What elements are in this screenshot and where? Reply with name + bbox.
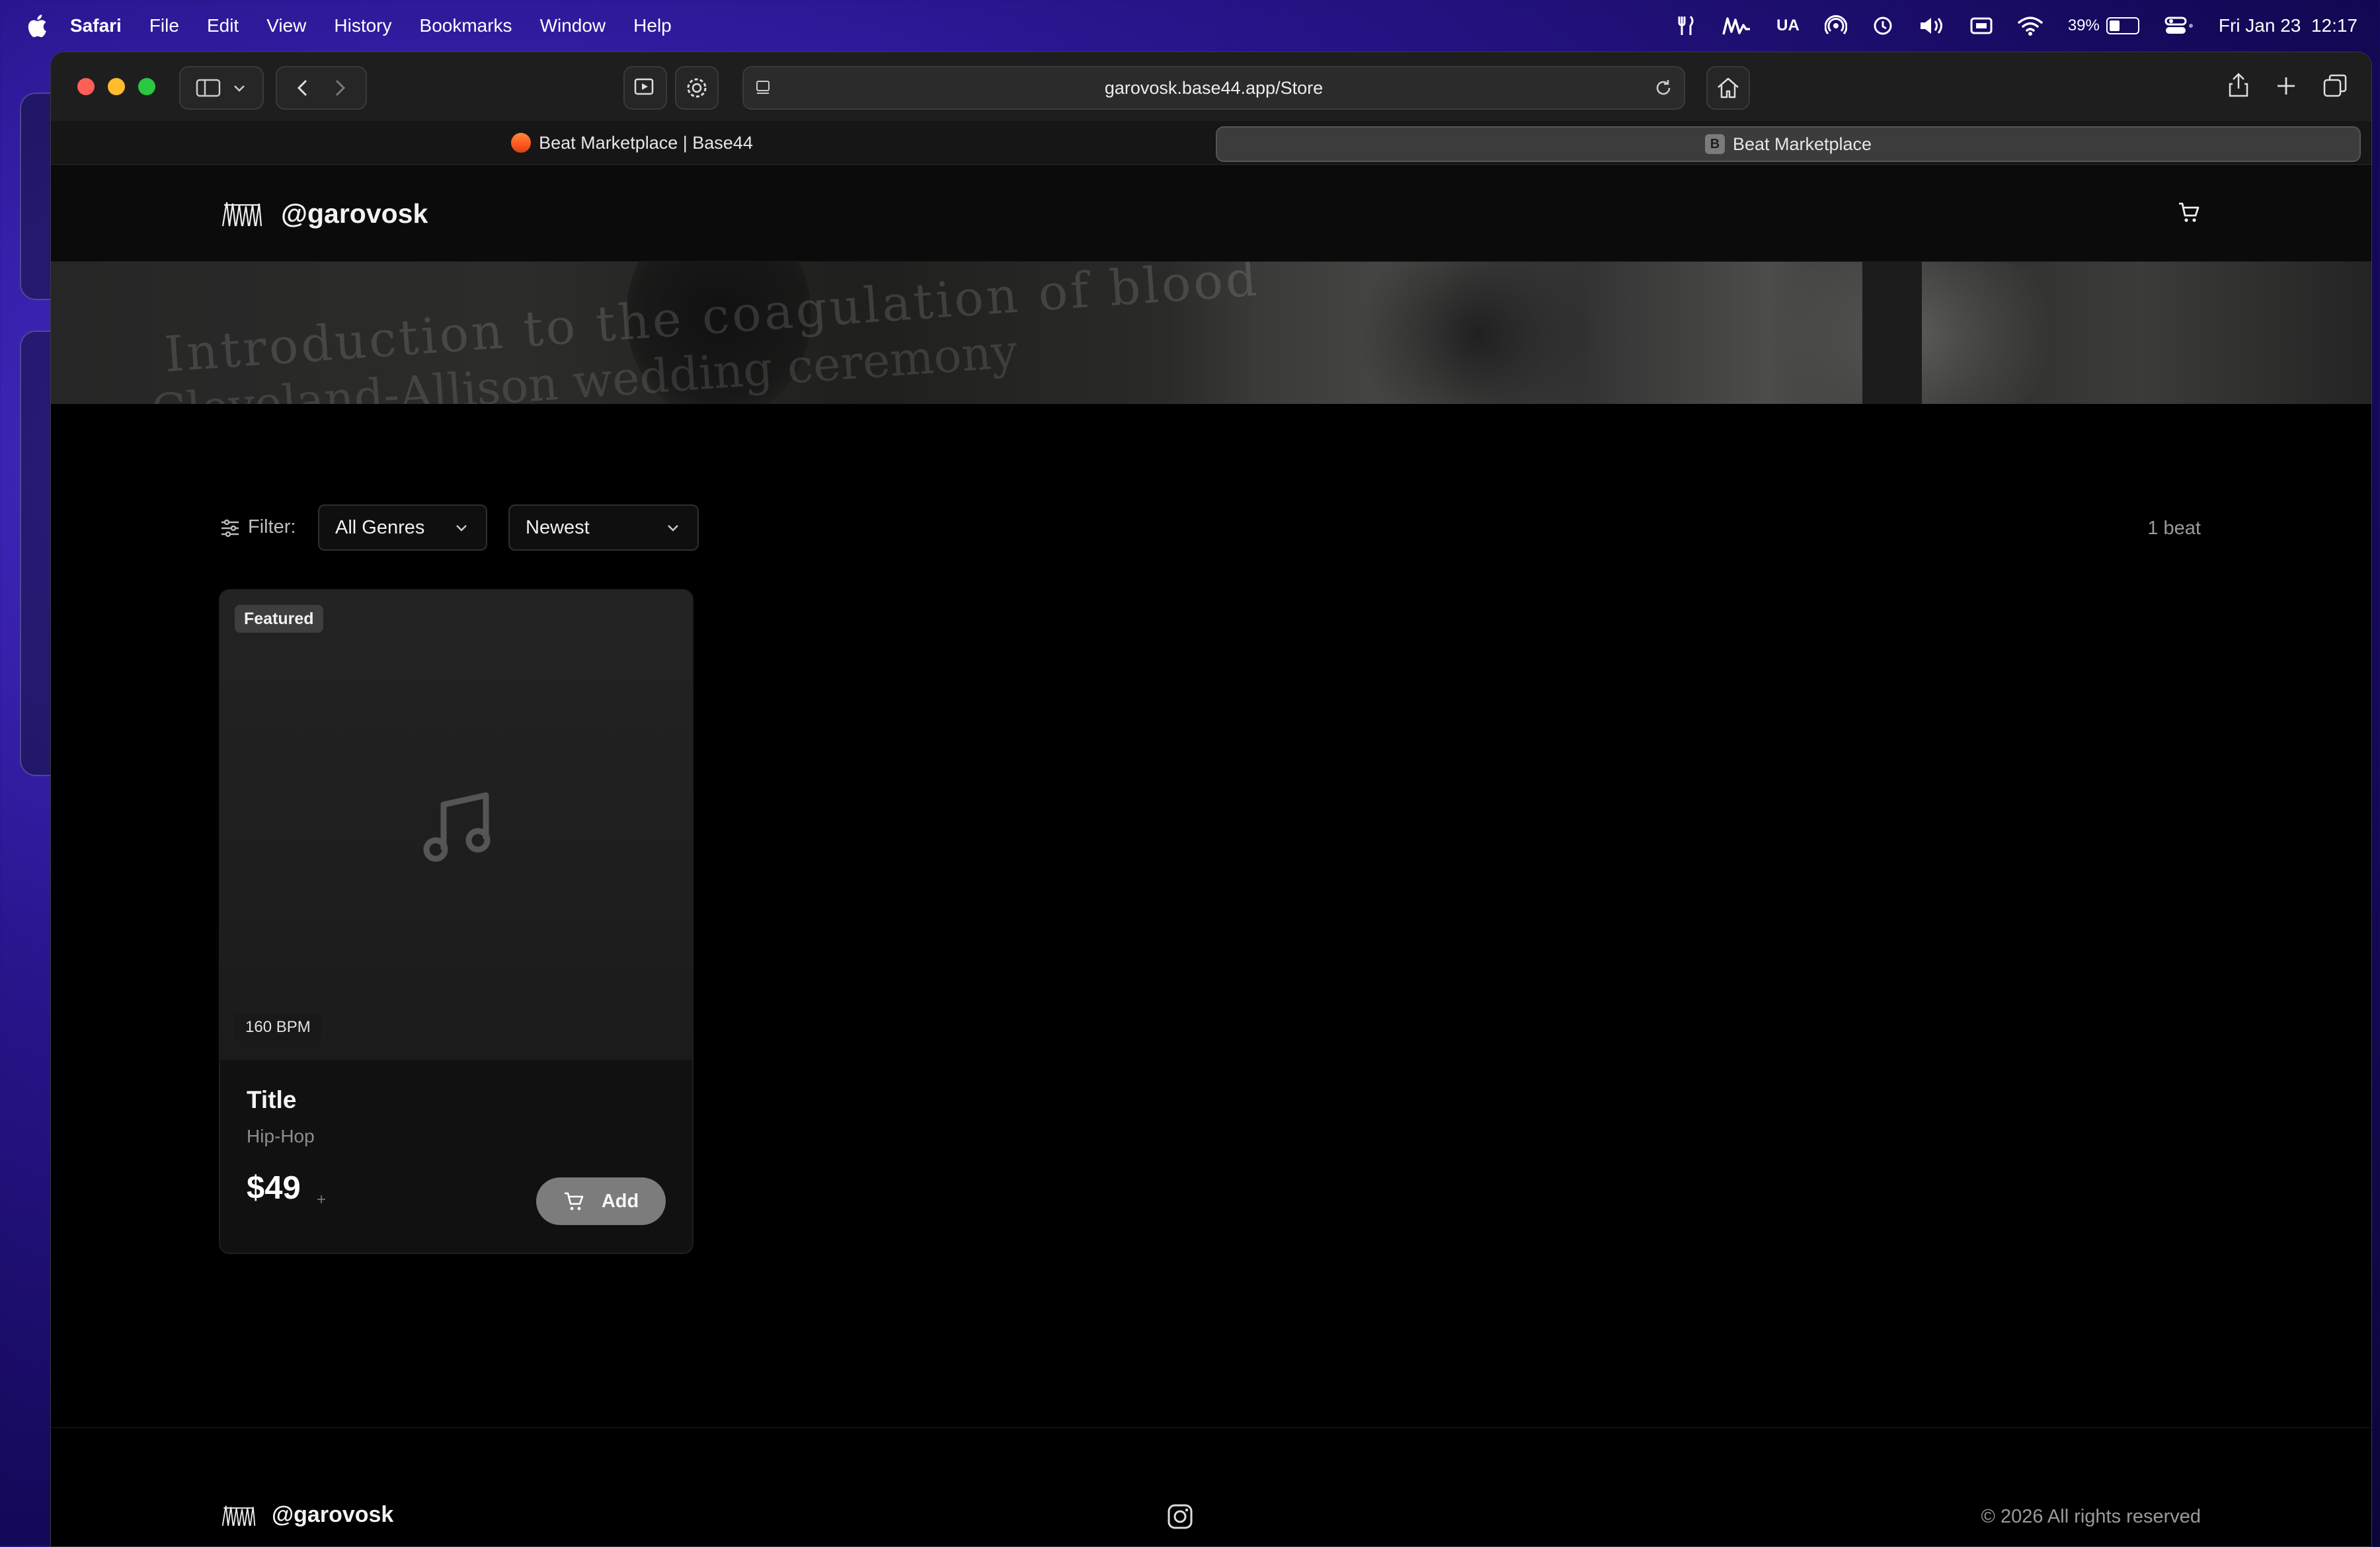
back-icon[interactable] xyxy=(290,78,317,98)
apple-icon[interactable] xyxy=(25,13,48,39)
tab-overview-icon[interactable] xyxy=(2322,73,2348,99)
beat-price: $49 xyxy=(247,1170,301,1206)
footer-brand[interactable]: @garovosk xyxy=(221,1502,393,1528)
airdrop-status-icon[interactable] xyxy=(1824,15,1847,37)
add-to-cart-button[interactable]: Add xyxy=(536,1177,666,1225)
filter-bar: Filter: All Genres Newest 1 beat xyxy=(51,504,2371,552)
menu-file[interactable]: File xyxy=(149,15,179,36)
window-controls xyxy=(77,78,169,95)
music-note-icon xyxy=(423,792,491,862)
add-button-label: Add xyxy=(601,1190,639,1212)
history-nav-group xyxy=(276,66,367,110)
chevron-down-icon xyxy=(668,525,678,532)
site-footer: @garovosk © 2026 All rights reserved xyxy=(51,1427,2371,1546)
bridge-logo-icon xyxy=(221,202,262,227)
tools-status-icon[interactable] xyxy=(1677,15,1697,36)
chevron-down-icon[interactable] xyxy=(231,81,248,95)
price-suffix: + xyxy=(317,1191,327,1209)
hero-shape xyxy=(1340,262,1618,404)
url-text[interactable]: garovosk.base44.app/Store xyxy=(1105,78,1323,99)
share-icon[interactable] xyxy=(2227,72,2250,99)
menubar-clock[interactable]: Fri Jan 23 12:17 xyxy=(2219,15,2358,36)
tab-label: Beat Marketplace xyxy=(1732,134,1872,154)
time-machine-icon[interactable] xyxy=(1872,15,1893,36)
menu-view[interactable]: View xyxy=(266,15,306,36)
battery-indicator[interactable]: 39% xyxy=(2068,17,2139,35)
minimize-window-button[interactable] xyxy=(108,78,125,95)
beat-title[interactable]: Title xyxy=(247,1086,296,1114)
display-status-icon[interactable] xyxy=(1970,17,1993,35)
volume-icon[interactable] xyxy=(1919,16,1945,36)
reload-icon[interactable] xyxy=(1653,78,1673,98)
safari-window: garovosk.base44.app/Store Beat Marketpla… xyxy=(50,52,2372,1547)
site-handle: @garovosk xyxy=(281,198,428,229)
browser-toolbar: garovosk.base44.app/Store xyxy=(51,52,2371,121)
page-menu-icon[interactable] xyxy=(754,79,773,97)
battery-icon xyxy=(2106,17,2139,34)
hero-banner: Introduction to the coagulation of blood… xyxy=(51,262,2371,404)
sort-select-value: Newest xyxy=(526,516,590,538)
instagram-icon[interactable] xyxy=(1167,1503,1193,1530)
filter-label: Filter: xyxy=(248,516,296,537)
close-window-button[interactable] xyxy=(77,78,95,95)
featured-badge: Featured xyxy=(235,605,323,633)
battery-percent: 39% xyxy=(2067,17,2100,34)
sidebar-toggle-group[interactable] xyxy=(179,66,264,110)
menu-bookmarks[interactable]: Bookmarks xyxy=(420,15,512,36)
battery-fill xyxy=(2109,20,2120,31)
store-page: @garovosk Introduction to the coagulatio… xyxy=(51,166,2371,1546)
gear-icon xyxy=(687,78,707,98)
address-bar[interactable]: garovosk.base44.app/Store xyxy=(742,66,1685,110)
beat-artwork[interactable]: Featured 160 BPM xyxy=(220,590,692,1060)
home-icon xyxy=(1718,77,1739,99)
copyright-text: © 2026 All rights reserved xyxy=(1981,1506,2201,1527)
hero-shape xyxy=(1862,262,1922,404)
zoom-window-button[interactable] xyxy=(138,78,155,95)
sidebar-icon[interactable] xyxy=(195,78,221,98)
beat-card[interactable]: Featured 160 BPM Title Hip-Hop $49 + Add xyxy=(219,589,694,1254)
site-header: @garovosk xyxy=(51,166,2371,262)
menu-help[interactable]: Help xyxy=(633,15,672,36)
tab-label: Beat Marketplace | Base44 xyxy=(539,132,753,153)
screen-capture-icon xyxy=(634,78,654,95)
control-center-icon[interactable] xyxy=(2164,16,2194,36)
keyboard-layout-indicator[interactable]: UA xyxy=(1776,17,1800,35)
cart-icon[interactable] xyxy=(2177,200,2201,224)
media-capture-button[interactable] xyxy=(623,66,667,110)
menu-edit[interactable]: Edit xyxy=(207,15,239,36)
settings-button[interactable] xyxy=(675,66,719,110)
tab-bar: Beat Marketplace | Base44 B Beat Marketp… xyxy=(51,121,2371,165)
beat-genre: Hip-Hop xyxy=(247,1126,315,1146)
macos-menu-bar: Safari File Edit View History Bookmarks … xyxy=(0,0,2380,52)
tab-beat-marketplace[interactable]: B Beat Marketplace xyxy=(1216,126,2361,162)
sliders-icon xyxy=(221,519,239,537)
forward-icon[interactable] xyxy=(326,78,352,98)
genre-select-value: All Genres xyxy=(335,516,425,538)
b-favicon: B xyxy=(1704,134,1725,154)
menu-history[interactable]: History xyxy=(334,15,391,36)
beat-count: 1 beat xyxy=(2147,518,2201,539)
brand[interactable]: @garovosk xyxy=(221,198,428,229)
tab-base44[interactable]: Beat Marketplace | Base44 xyxy=(61,126,1203,159)
wifi-icon[interactable] xyxy=(2018,16,2043,36)
sort-select[interactable]: Newest xyxy=(508,504,699,551)
cart-icon xyxy=(564,1192,584,1210)
new-tab-icon[interactable] xyxy=(2275,75,2297,97)
bridge-logo-icon xyxy=(221,1505,256,1526)
footer-handle: @garovosk xyxy=(272,1502,394,1527)
home-button[interactable] xyxy=(1706,66,1750,110)
bpm-badge: 160 BPM xyxy=(235,1013,321,1041)
base44-favicon xyxy=(511,133,532,153)
chevron-down-icon xyxy=(456,525,467,532)
genre-select[interactable]: All Genres xyxy=(318,504,487,551)
menu-app-safari[interactable]: Safari xyxy=(70,15,122,36)
waveform-status-icon[interactable] xyxy=(1722,16,1751,36)
menu-window[interactable]: Window xyxy=(540,15,606,36)
